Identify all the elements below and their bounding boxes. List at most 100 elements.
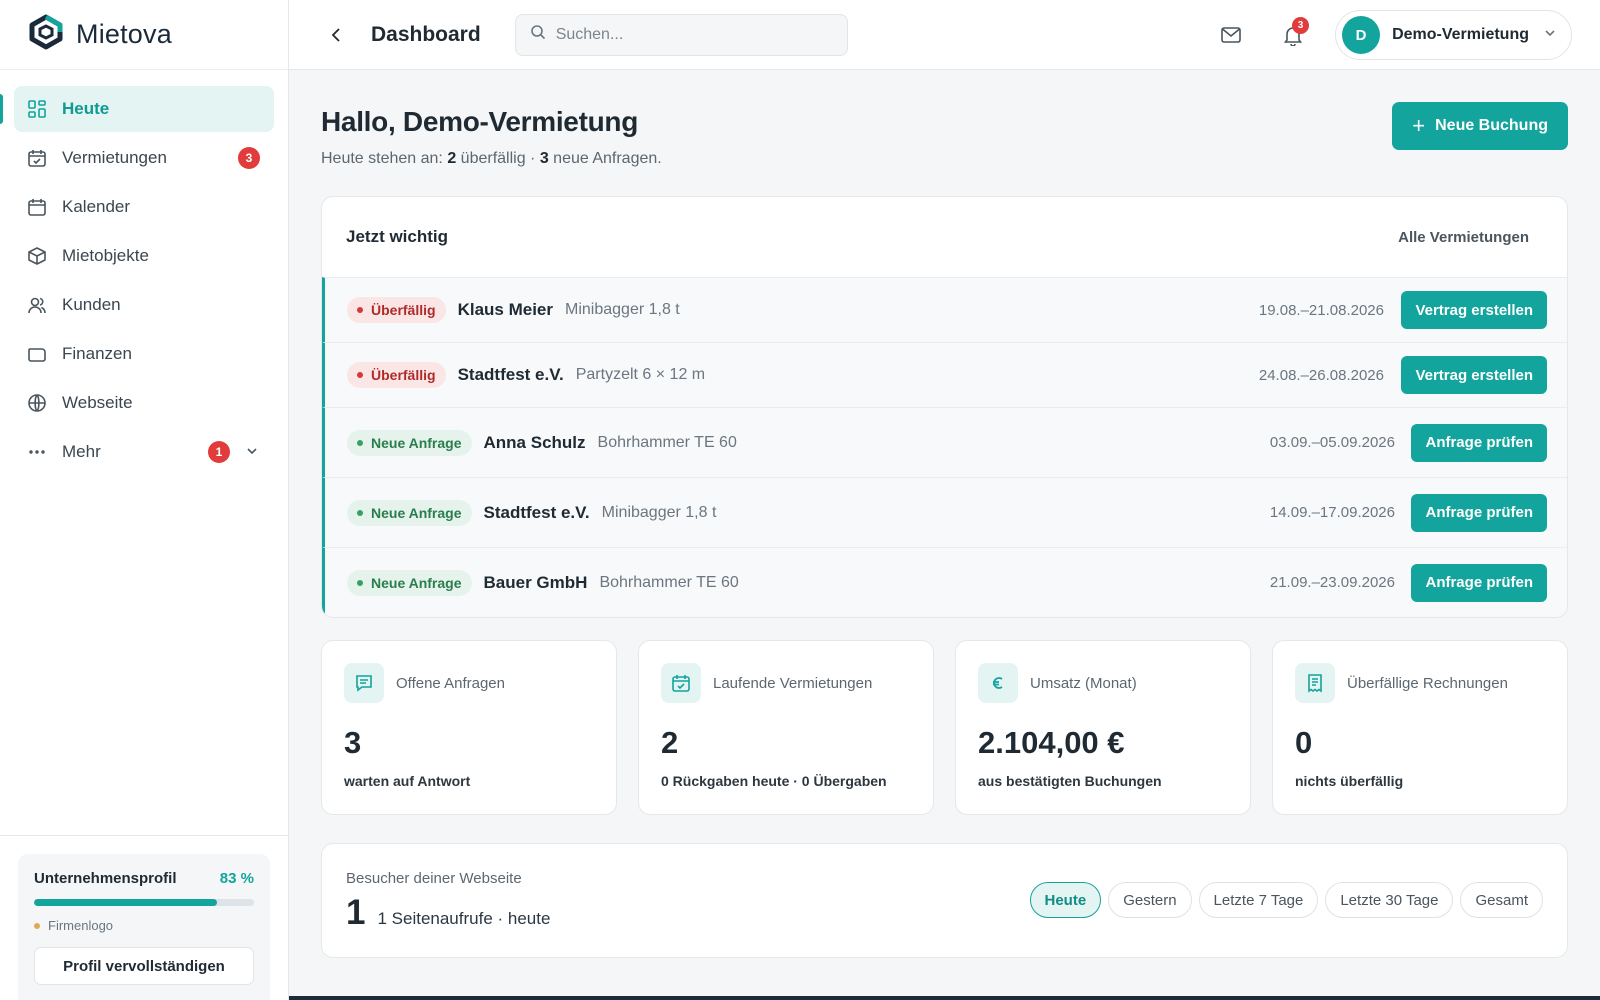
grid-icon (27, 99, 47, 119)
sidebar-item-label: Kalender (62, 197, 131, 216)
bottom-strip (289, 996, 1600, 1000)
sidebar-item-webseite[interactable]: Webseite (14, 380, 274, 426)
stat-subtext: warten auf Antwort (344, 773, 471, 789)
new-booking-label: Neue Buchung (1435, 117, 1548, 134)
rental-item: Minibagger 1,8 t (565, 301, 680, 318)
calendar-check-icon (27, 148, 47, 168)
rental-item: Bohrhammer TE 60 (597, 433, 737, 451)
back-chevron-icon[interactable] (325, 23, 349, 47)
table-row[interactable]: Neue Anfrage Anna Schulz Bohrhammer TE 6… (322, 407, 1567, 477)
euro-icon (978, 663, 1018, 703)
mail-icon (1221, 27, 1241, 43)
page-title: Dashboard (371, 22, 481, 46)
profile-completion-card: Unternehmensprofil 83 % Firmenlogo Profi… (18, 854, 270, 1000)
account-name: Demo-Vermietung (1392, 26, 1529, 43)
sidebar-item-label: Kunden (62, 295, 121, 314)
stat-card-overdue-invoices[interactable]: Überfällige Rechnungen 0 nichts überfäll… (1272, 640, 1568, 815)
stat-subtext: nichts überfällig (1295, 773, 1404, 789)
profile-progress-bar (34, 899, 254, 906)
create-contract-button[interactable]: Vertrag erstellen (1401, 291, 1547, 329)
table-row[interactable]: Neue Anfrage Stadtfest e.V. Minibagger 1… (322, 477, 1567, 547)
sidebar-item-label: Webseite (62, 393, 133, 412)
calendar-icon (27, 197, 47, 217)
sidebar-item-label: Mehr (62, 442, 101, 461)
mietova-logo-icon (24, 14, 68, 55)
search-icon (530, 24, 546, 45)
sidebar-item-label: Mietobjekte (62, 246, 149, 265)
stat-value: 3 (344, 725, 362, 760)
sidebar-item-kunden[interactable]: Kunden (14, 282, 274, 328)
stat-subtext: aus bestätigten Buchungen (978, 773, 1162, 789)
stat-value: 2 (661, 725, 679, 760)
notifications-button[interactable]: 3 (1273, 15, 1313, 55)
customer-name: Klaus Meier (457, 300, 554, 319)
hint-dot-icon (34, 922, 40, 929)
status-label: Überfällig (371, 367, 436, 383)
status-dot-icon (357, 439, 363, 446)
stat-card-revenue[interactable]: Umsatz (Monat) 2.104,00 € aus bestätigte… (955, 640, 1251, 815)
table-row[interactable]: Neue Anfrage Bauer GmbH Bohrhammer TE 60… (322, 547, 1567, 617)
sidebar-item-mietobjekte[interactable]: Mietobjekte (14, 233, 274, 279)
stat-card-running-rentals[interactable]: Laufende Vermietungen 2 0 Rückgaben heut… (638, 640, 934, 815)
avatar: D (1342, 16, 1381, 54)
summary-overdue-text: überfällig · (456, 150, 540, 167)
mail-button[interactable] (1211, 15, 1251, 55)
stat-label: Umsatz (Monat) (1030, 674, 1137, 692)
sidebar-item-label: Heute (62, 99, 110, 118)
range-pill-7-tage[interactable]: Letzte 7 Tage (1198, 882, 1319, 918)
complete-profile-button[interactable]: Profil vervollständigen (34, 947, 254, 985)
chevron-down-icon (1543, 26, 1557, 45)
chevron-down-icon (244, 443, 260, 464)
table-row[interactable]: Überfällig Stadtfest e.V. Partyzelt 6 × … (322, 342, 1567, 407)
sidebar-item-heute[interactable]: Heute (0, 86, 274, 132)
sidebar-item-vermietungen[interactable]: Vermietungen 3 (14, 135, 274, 181)
stat-label: Laufende Vermietungen (713, 674, 873, 692)
range-pill-heute[interactable]: Heute (1029, 882, 1102, 918)
profile-completion-section: Unternehmensprofil 83 % Firmenlogo Profi… (0, 835, 288, 1000)
receipt-icon (1295, 663, 1335, 703)
brand-name: Mietova (76, 19, 172, 49)
rental-dates: 03.09.–05.09.2026 (1269, 434, 1395, 451)
summary-overdue-count: 2 (447, 150, 457, 167)
message-icon (344, 663, 384, 703)
table-row[interactable]: Überfällig Klaus Meier Minibagger 1,8 t … (322, 277, 1567, 342)
account-menu[interactable]: D Demo-Vermietung (1335, 10, 1572, 60)
summary-new-text: neue Anfragen. (548, 150, 662, 167)
range-pill-30-tage[interactable]: Letzte 30 Tage (1325, 882, 1454, 918)
stat-subtext: 0 Rückgaben heute · 0 Übergaben (661, 773, 887, 789)
rental-dates: 14.09.–17.09.2026 (1269, 504, 1395, 521)
status-label: Neue Anfrage (371, 434, 462, 451)
review-request-button[interactable]: Anfrage prüfen (1411, 493, 1547, 532)
sidebar-item-finanzen[interactable]: Finanzen (14, 331, 274, 377)
review-request-button[interactable]: Anfrage prüfen (1411, 423, 1547, 462)
rental-dates: 21.09.–23.09.2026 (1269, 574, 1395, 591)
customer-name: Stadtfest e.V. (457, 365, 564, 384)
stat-value: 2.104,00 € (978, 725, 1125, 760)
search-input[interactable] (555, 25, 816, 44)
rental-item: Minibagger 1,8 t (601, 503, 717, 521)
all-rentals-link[interactable]: Alle Vermietungen (1398, 229, 1529, 246)
stat-card-open-requests[interactable]: Offene Anfragen 3 warten auf Antwort (321, 640, 617, 815)
sidebar-item-kalender[interactable]: Kalender (14, 184, 274, 230)
rental-dates: 19.08.–21.08.2026 (1258, 301, 1384, 319)
greeting-heading: Hallo, Demo-Vermietung (321, 106, 639, 137)
rental-item: Bohrhammer TE 60 (599, 573, 739, 591)
plus-icon: + (1412, 113, 1426, 138)
users-icon (27, 295, 47, 315)
important-title: Jetzt wichtig (346, 227, 449, 246)
create-contract-button[interactable]: Vertrag erstellen (1401, 356, 1547, 394)
new-booking-button[interactable]: + Neue Buchung (1392, 102, 1568, 150)
search-box[interactable] (514, 13, 848, 56)
range-filter: Heute Gestern Letzte 7 Tage Letzte 30 Ta… (1029, 882, 1543, 918)
status-badge: Neue Anfrage (347, 429, 472, 456)
sidebar-item-mehr[interactable]: Mehr 1 (14, 429, 274, 475)
range-pill-gestern[interactable]: Gestern (1108, 882, 1192, 918)
main-content: Hallo, Demo-Vermietung Heute stehen an: … (289, 70, 1600, 1000)
profile-title: Unternehmensprofil (34, 870, 177, 887)
review-request-button[interactable]: Anfrage prüfen (1411, 563, 1547, 602)
count-badge: 3 (238, 147, 260, 169)
range-pill-gesamt[interactable]: Gesamt (1460, 882, 1543, 918)
brand[interactable]: Mietova (0, 0, 288, 70)
profile-hint-text: Firmenlogo (48, 918, 114, 933)
summary-prefix: Heute stehen an: (321, 150, 448, 167)
